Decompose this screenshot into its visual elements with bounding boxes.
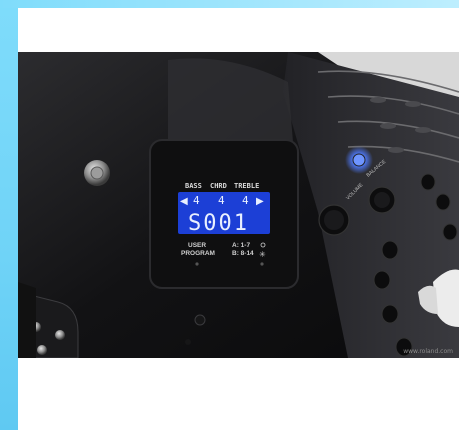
user-label: USER (188, 242, 206, 249)
accordion-photo: BASS CHRD TREBLE ◀ 4 4 4 ▶ S001 USER PRO… (18, 52, 459, 358)
program-label: PROGRAM (181, 250, 215, 257)
lcd-header-treble: TREBLE (234, 182, 259, 190)
user-program-led (195, 262, 199, 266)
left-arrow-icon: ◀ (180, 196, 188, 207)
lcd-value-bass: 4 (193, 194, 200, 207)
bank-a-label: A: 1-7 (232, 242, 250, 249)
bank-b-label: B: 8-14 (232, 250, 254, 257)
bank-led (260, 262, 264, 266)
volume-knob[interactable] (318, 204, 350, 236)
right-arrow-icon: ▶ (256, 196, 264, 207)
lcd-header-chrd: CHRD (210, 182, 227, 190)
bracket-edge (18, 282, 36, 358)
left-accent-strip (0, 0, 18, 430)
bracket-screw-3-icon (37, 345, 47, 355)
bracket-screw-2-icon (55, 330, 65, 340)
top-accent-strip (0, 0, 459, 8)
lcd-readout: S001 (188, 211, 249, 236)
watermark: www.roland.com (403, 348, 453, 355)
lower-screw-icon (194, 314, 206, 326)
balance-knob[interactable] (368, 186, 396, 214)
accordion-illustration: BASS CHRD TREBLE ◀ 4 4 4 ▶ S001 USER PRO… (18, 52, 459, 358)
lcd-value-chrd: 4 (218, 194, 225, 207)
lower-hole (185, 339, 191, 345)
lcd-value-treble: 4 (242, 194, 249, 207)
lcd-header-bass: BASS (185, 182, 202, 190)
page-frame: BASS CHRD TREBLE ◀ 4 4 4 ▶ S001 USER PRO… (0, 0, 459, 430)
bellows-screw-head (90, 166, 104, 180)
power-led-button[interactable] (352, 153, 366, 167)
bank-b-sun-icon: ✳ (259, 250, 266, 259)
